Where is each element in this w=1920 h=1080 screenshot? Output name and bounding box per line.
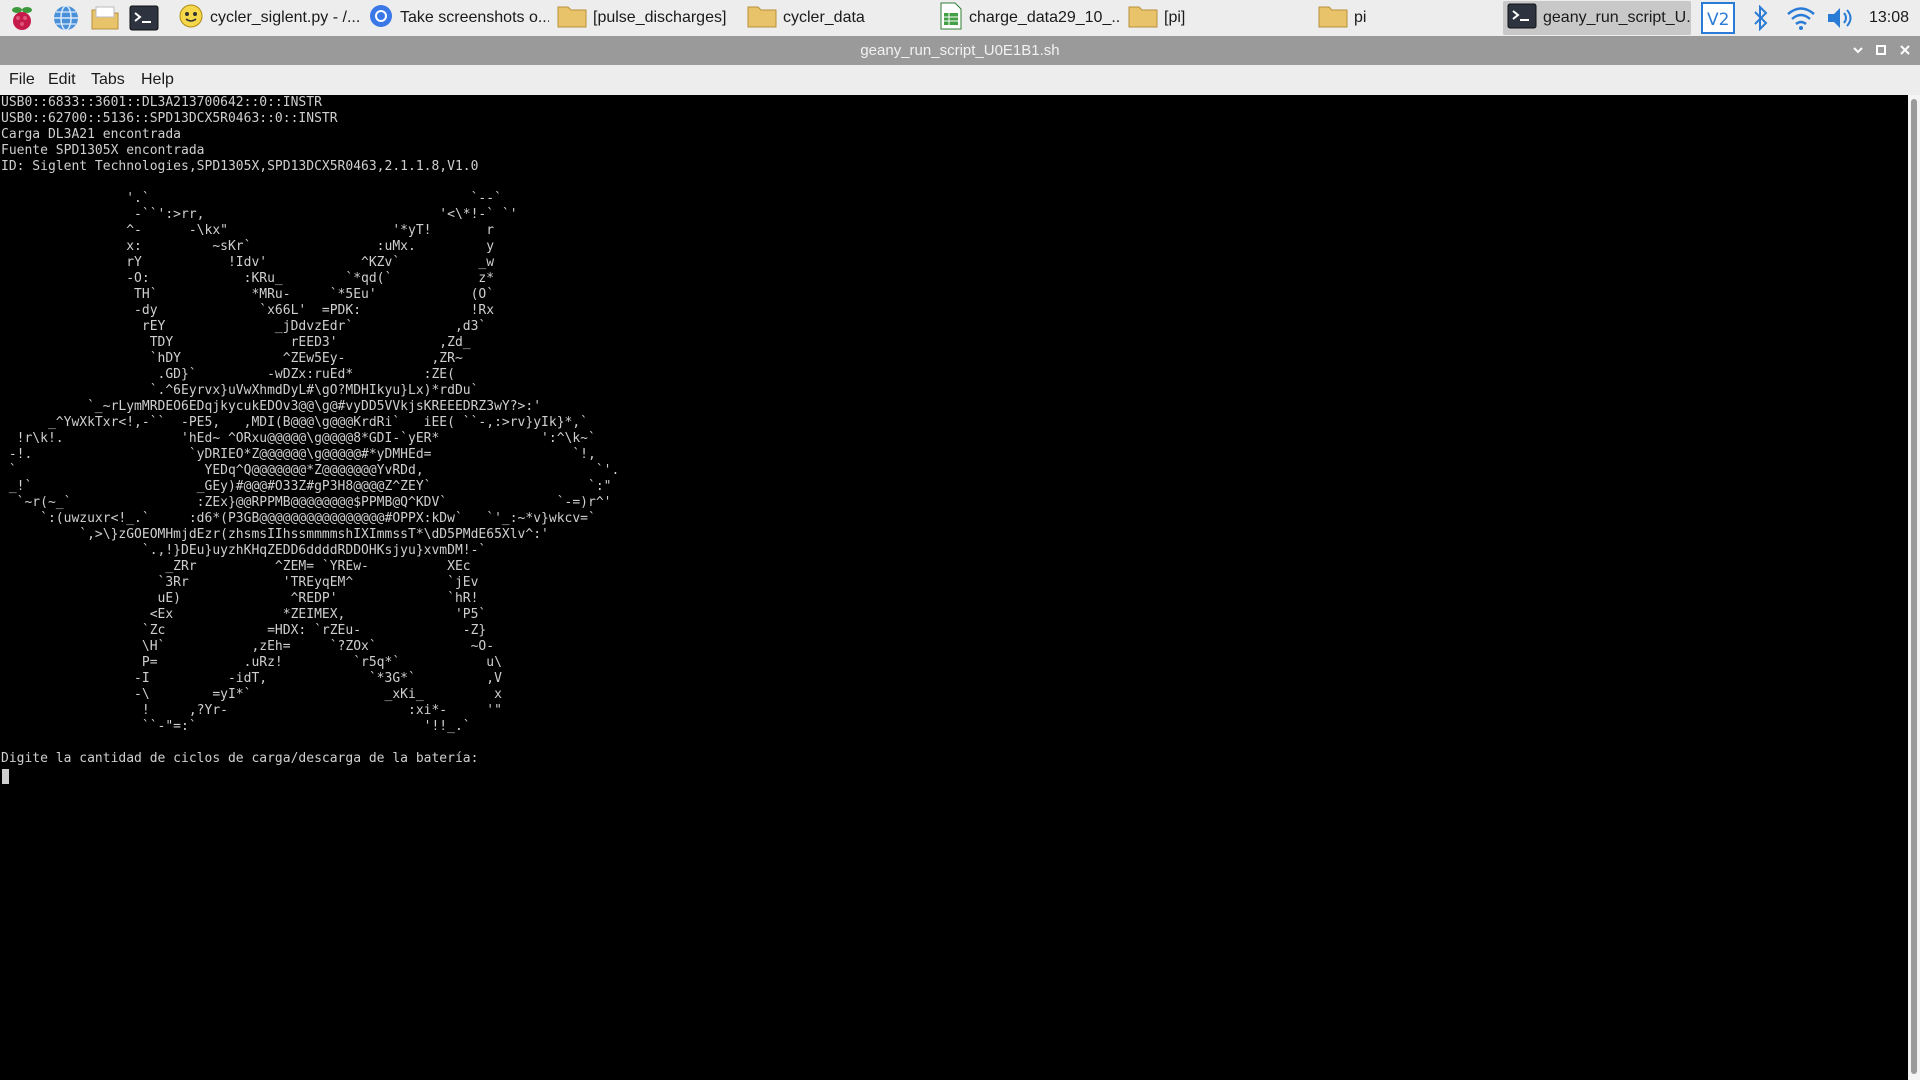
terminal-line: _ZRr ^ZEM= `YREw- XEc	[1, 559, 471, 574]
task-label: geany_run_script_U...	[1543, 9, 1691, 26]
terminal-area[interactable]: USB0::6833::3601::DL3A213700642::0::INST…	[0, 95, 1908, 1080]
folder-icon	[747, 4, 777, 33]
menu-tabs[interactable]: Tabs	[91, 65, 125, 95]
terminal-icon	[1507, 3, 1537, 34]
terminal-line: `Zc =HDX: `rZEu- -Z}	[1, 623, 487, 638]
task-chromium[interactable]: Take screenshots o...	[364, 1, 549, 35]
terminal-line: !r\k!. 'hEd~ ^ORxu@@@@@\g@@@@8*GDI-`yER*…	[1, 431, 596, 446]
task-label: charge_data29_10_...	[969, 9, 1120, 26]
bluetooth-icon[interactable]	[1748, 2, 1774, 34]
folder-icon	[1318, 4, 1348, 33]
folder-icon	[1128, 4, 1158, 33]
maximize-button[interactable]	[1872, 41, 1890, 59]
window-titlebar[interactable]: geany_run_script_U0E1B1.sh	[0, 36, 1920, 65]
terminal-line: TDY rEED3' ,Zd_	[1, 335, 471, 350]
terminal-line: ID: Siglent Technologies,SPD1305X,SPD13D…	[1, 159, 479, 174]
terminal-line: `.,!}DEu}uyzhKHqZEDD6ddddRDDOHKsjyu}xvmD…	[1, 543, 487, 558]
scrollbar-thumb[interactable]	[1911, 99, 1917, 1074]
terminal-line: `~r(~_` :ZEx}@@RPPMB@@@@@@@@$PPMB@Q^KDV`…	[1, 495, 612, 510]
terminal-line: uE) ^REDP' `hR!	[1, 591, 479, 606]
terminal-line: `:(uwzuxr<!_.` :d6*(P3GB@@@@@@@@@@@@@@@@…	[1, 511, 596, 526]
terminal-line: -O: :KRu_ `*qd(` z*	[1, 271, 495, 286]
terminal-line: ` YEDq^Q@@@@@@@*Z@@@@@@@YvRDd, `'.	[1, 463, 620, 478]
task-pi-bracketed[interactable]: [pi]	[1124, 1, 1309, 35]
terminal-line: `.^6Eyrvx}uVwXhmdDyL#\gO?MDHIkyu}Lx)*rdD…	[1, 383, 479, 398]
terminal-line: .GD}` -wDZx:ruEd* :ZE(	[1, 367, 455, 382]
task-pi[interactable]: pi	[1314, 1, 1499, 35]
file-manager-icon[interactable]	[89, 2, 121, 34]
terminal-line: P= .uRz! `r5q*` u\	[1, 655, 502, 670]
terminal-line: '.` `--`	[1, 191, 502, 206]
chromium-icon	[368, 3, 394, 34]
terminal-line: <Ex *ZEIMEX, 'P5`	[1, 607, 487, 622]
terminal-line: -I -idT, `*3G*` ,V	[1, 671, 502, 686]
terminal-output: USB0::6833::3601::DL3A213700642::0::INST…	[1, 95, 619, 767]
raspberry-menu-icon[interactable]	[6, 2, 38, 34]
task-cycler-siglent[interactable]: cycler_siglent.py - /...	[174, 1, 359, 35]
terminal-line: _^YwXkTxr<!,-`` -PE5, ,MDI(B@@@\g@@@KrdR…	[1, 415, 588, 430]
terminal-icon[interactable]	[128, 2, 160, 34]
wifi-icon[interactable]	[1785, 2, 1817, 34]
volume-icon[interactable]	[1824, 2, 1856, 34]
close-icon	[1900, 45, 1910, 55]
task-label: Take screenshots o...	[400, 9, 549, 26]
task-charge-data[interactable]: charge_data29_10_...	[935, 1, 1120, 35]
python-file-icon	[178, 3, 204, 34]
task-cycler-data[interactable]: cycler_data	[743, 1, 928, 35]
terminal-line: ^- -\kx" '*yT! r	[1, 223, 495, 238]
maximize-icon	[1876, 45, 1886, 55]
terminal-line: `,>\}zGOEOMHmjdEzr(zhsmsIIhssmmmmshIXImm…	[1, 527, 549, 542]
terminal-line: ! ,?Yr- :xi*- '"	[1, 703, 502, 718]
menu-file[interactable]: File	[9, 65, 35, 95]
menu-edit[interactable]: Edit	[48, 65, 76, 95]
terminal-line: \H` ,zEh= `?ZOx` ~O-	[1, 639, 495, 654]
terminal-line: rEY _jDdvzEdr` ,d3`	[1, 319, 487, 334]
terminal-line: _!` _GEy)#@@@#O33Z#gP3H8@@@@Z^ZEY` `:"	[1, 479, 612, 494]
task-geany-run-script[interactable]: geany_run_script_U...	[1503, 1, 1691, 35]
terminal-cursor	[2, 769, 9, 784]
terminal-scrollbar[interactable]	[1908, 95, 1920, 1080]
menu-bar: File Edit Tabs Help	[0, 65, 1920, 96]
terminal-line: -dy `x66L' =PDK: !Rx	[1, 303, 495, 318]
task-label: cycler_siglent.py - /...	[210, 9, 359, 26]
vnc-icon[interactable]: V2	[1700, 2, 1736, 34]
close-button[interactable]	[1896, 41, 1914, 59]
task-label: pi	[1354, 9, 1367, 26]
terminal-line: rY !Idv' ^KZv` _w	[1, 255, 495, 270]
terminal-line: USB0::62700::5136::SPD13DCX5R0463::0::IN…	[1, 111, 338, 126]
terminal-line: -!. `yDRIEO*Z@@@@@@\g@@@@@#*yDMHEd= `!,	[1, 447, 596, 462]
task-label: cycler_data	[783, 9, 865, 26]
terminal-line: `hDY ^ZEw5Ey- ,ZR~	[1, 351, 463, 366]
task-pulse-discharges[interactable]: [pulse_discharges]	[553, 1, 738, 35]
minimize-button[interactable]	[1849, 41, 1867, 59]
terminal-line: x: ~sKr` :uMx. y	[1, 239, 495, 254]
task-label: [pulse_discharges]	[593, 9, 727, 26]
terminal-line: Digite la cantidad de ciclos de carga/de…	[1, 751, 479, 766]
terminal-line: Carga DL3A21 encontrada	[1, 127, 182, 142]
terminal-line: ``-"=:` '!!_.`	[1, 719, 471, 734]
task-label: [pi]	[1164, 9, 1186, 26]
terminal-line: TH` *MRu- `*5Eu' (O`	[1, 287, 495, 302]
clock[interactable]: 13:08	[1869, 0, 1909, 36]
terminal-line: Fuente SPD1305X encontrada	[1, 143, 205, 158]
terminal-line: `_~rLymMRDEO6EDqjkycukEDOv3@@\g@#vyDD5VV…	[1, 399, 542, 414]
taskbar: cycler_siglent.py - /... Take screenshot…	[0, 0, 1920, 37]
svg-text:V2: V2	[1707, 10, 1729, 30]
folder-icon	[557, 4, 587, 33]
menu-help[interactable]: Help	[141, 65, 174, 95]
terminal-line: -``':>rr, '<\*!-` `'	[1, 207, 518, 222]
chevron-down-icon	[1853, 47, 1863, 54]
terminal-line: -\ =yI*` _xKi_ x	[1, 687, 502, 702]
web-browser-icon[interactable]	[50, 2, 82, 34]
terminal-line: `3Rr 'TREyqEM^ `jEv	[1, 575, 479, 590]
window-title: geany_run_script_U0E1B1.sh	[860, 42, 1060, 59]
spreadsheet-icon	[939, 2, 963, 35]
terminal-line: USB0::6833::3601::DL3A213700642::0::INST…	[1, 95, 322, 110]
